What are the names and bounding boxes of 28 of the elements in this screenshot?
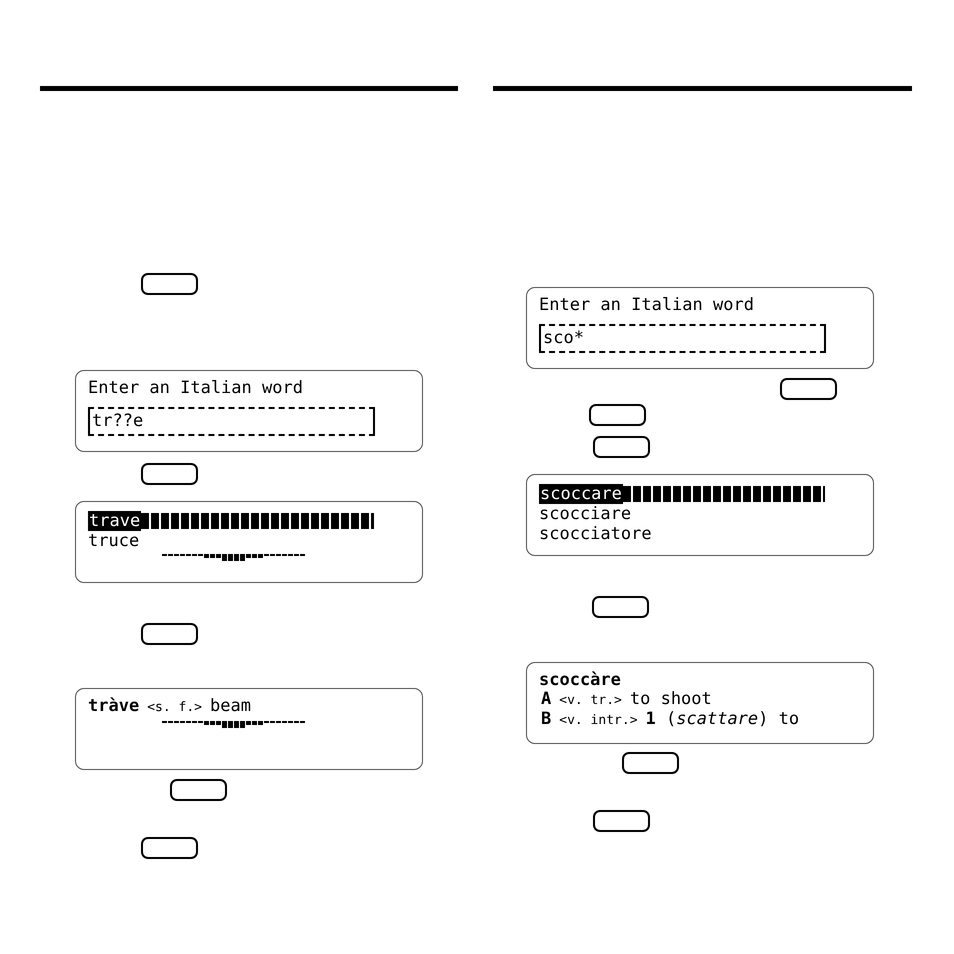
key-icon <box>170 779 227 801</box>
key-icon <box>141 837 198 859</box>
grammar-label: <v. tr.> <box>559 692 622 710</box>
translation: beam <box>210 697 251 716</box>
translation: to shoot <box>630 690 712 709</box>
key-icon <box>141 463 198 485</box>
sense-label: B <box>541 710 552 729</box>
sense-label: A <box>541 690 552 709</box>
key-icon <box>141 623 198 645</box>
key-icon <box>141 273 198 295</box>
key-icon <box>589 404 646 426</box>
key-icon <box>593 436 650 458</box>
grammar-label: <s. f.> <box>147 699 202 717</box>
list-item[interactable]: scocciatore <box>539 524 652 544</box>
key-icon <box>593 810 650 832</box>
list-item[interactable]: truce <box>88 531 140 551</box>
screen-prompt: Enter an Italian word <box>88 378 303 398</box>
translation: 1 (scattare) to <box>646 710 800 729</box>
input-field[interactable]: tr??e <box>88 407 375 436</box>
grammar-label: <v. intr.> <box>559 712 638 730</box>
key-icon <box>592 596 649 618</box>
list-item[interactable]: scocciare <box>539 504 632 524</box>
key-icon <box>622 752 679 774</box>
headword: tràve <box>88 697 140 716</box>
screen-prompt: Enter an Italian word <box>539 295 754 315</box>
input-field[interactable]: sco* <box>539 324 826 353</box>
key-icon <box>780 378 837 400</box>
headword: scoccàre <box>539 671 621 690</box>
